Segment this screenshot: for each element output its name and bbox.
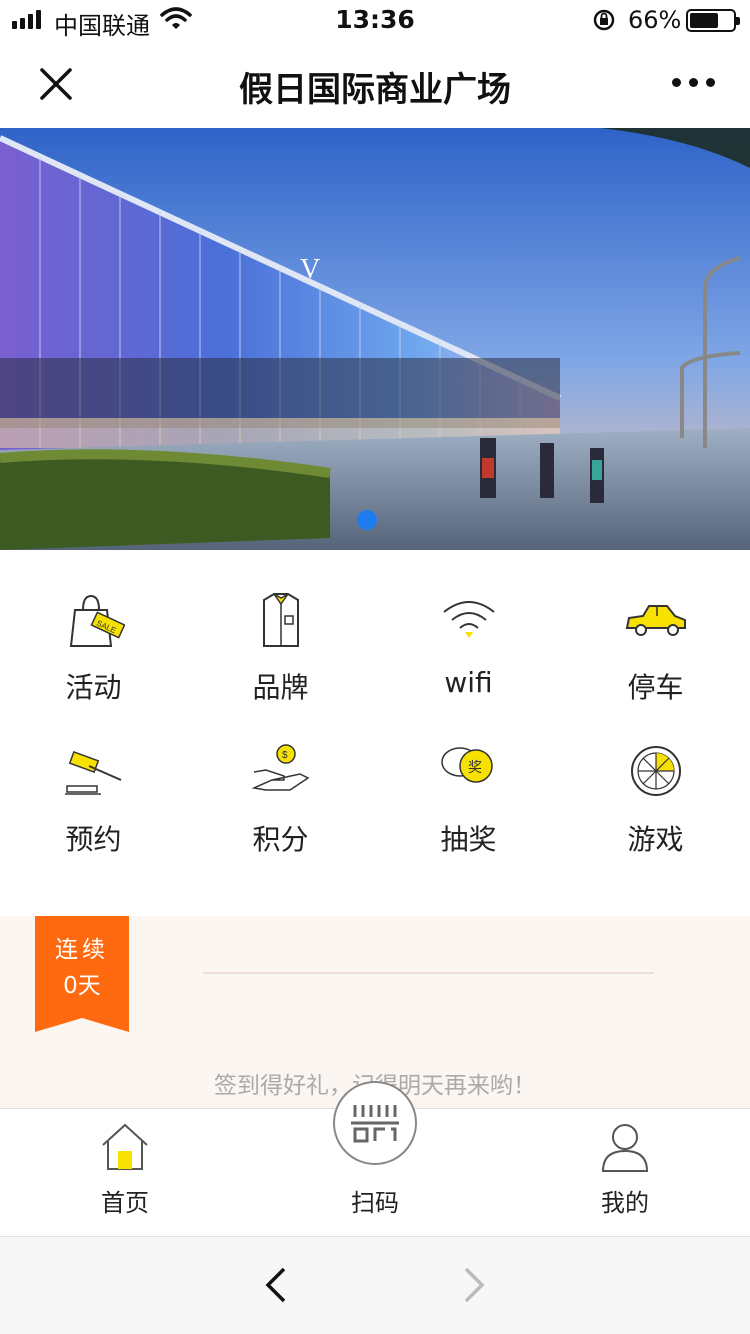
tab-label: 扫码: [351, 1189, 399, 1217]
home-icon: [102, 1123, 148, 1170]
svg-text:奖: 奖: [468, 759, 482, 776]
menu-item-lottery[interactable]: 奖 抽奖: [375, 712, 562, 862]
menu-label: 抽奖: [440, 823, 497, 856]
tab-mine[interactable]: 我的: [500, 1109, 750, 1237]
menu-item-brand[interactable]: 品牌: [187, 560, 374, 710]
feature-grid: SALE 活动 品牌 wifi 停车 预约 $ 积分 奖 抽奖 游戏: [0, 560, 750, 890]
coin-hand-icon: $: [251, 744, 310, 791]
scan-button[interactable]: [333, 1081, 417, 1165]
tab-bar: 首页 扫码 我的: [0, 1081, 750, 1237]
menu-label: 停车: [627, 671, 684, 704]
carousel-dot-active[interactable]: [357, 510, 377, 530]
wheel-icon: [631, 746, 681, 796]
rotation-lock-icon: [592, 8, 616, 36]
streak-ribbon: 连续 0天: [35, 916, 129, 1032]
gavel-icon: [65, 750, 122, 795]
status-bar: 中国联通 13:36 66%: [0, 0, 750, 40]
menu-item-booking[interactable]: 预约: [0, 712, 187, 862]
sale-bag-icon: SALE: [69, 594, 125, 647]
menu-item-activity[interactable]: SALE 活动: [0, 560, 187, 710]
browser-toolbar: [0, 1236, 750, 1334]
tab-label: 我的: [601, 1189, 649, 1217]
svg-text:$: $: [282, 750, 288, 761]
streak-label: 连续: [55, 937, 109, 963]
menu-label: 预约: [65, 823, 122, 856]
user-icon: [601, 1124, 649, 1172]
more-icon[interactable]: [672, 78, 715, 87]
wifi-icon: [443, 601, 495, 638]
page-title: 假日国际商业广场: [239, 70, 511, 110]
menu-item-games[interactable]: 游戏: [562, 712, 749, 862]
menu-label: 品牌: [252, 671, 309, 704]
nav-bar: 假日国际商业广场: [0, 40, 750, 128]
checkin-progress-line: [203, 972, 654, 974]
menu-item-wifi[interactable]: wifi: [375, 560, 562, 710]
menu-label: 游戏: [627, 823, 684, 856]
chevron-right-icon[interactable]: [460, 1265, 488, 1305]
shirt-icon: [263, 593, 299, 647]
battery-percent: 66%: [628, 6, 682, 34]
menu-label: 积分: [252, 823, 309, 856]
hero-banner[interactable]: V: [0, 128, 750, 550]
streak-days: 0天: [63, 973, 101, 999]
menu-label: 活动: [65, 671, 122, 704]
battery-icon: [686, 9, 740, 32]
tab-home[interactable]: 首页: [0, 1109, 250, 1237]
checkin-panel: 连续 0天 签到得好礼，记得明天再来哟！: [0, 916, 750, 1108]
menu-label: wifi: [444, 666, 493, 699]
svg-text:V: V: [300, 254, 320, 285]
scan-icon: [351, 1105, 399, 1143]
tab-scan[interactable]: 扫码: [250, 1081, 500, 1237]
menu-item-parking[interactable]: 停车: [562, 560, 749, 710]
tab-label: 首页: [101, 1189, 149, 1217]
mall-banner-image: V: [0, 128, 750, 550]
prize-bubble-icon: 奖: [441, 747, 493, 783]
chevron-left-icon[interactable]: [262, 1265, 290, 1305]
car-icon: [625, 605, 686, 636]
menu-item-points[interactable]: $ 积分: [187, 712, 374, 862]
battery-fill: [690, 13, 718, 28]
